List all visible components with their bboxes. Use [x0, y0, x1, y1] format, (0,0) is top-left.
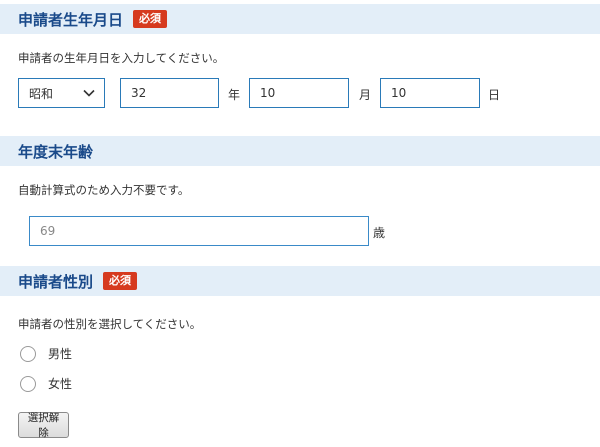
age-input: 69: [29, 216, 369, 246]
required-badge: 必須: [103, 272, 138, 290]
clear-selection-button[interactable]: 選択解除: [18, 412, 69, 439]
day-unit: 日: [488, 88, 501, 102]
gender-option-label: 女性: [48, 377, 73, 391]
day-input-value: 10: [391, 86, 407, 100]
year-unit: 年: [228, 88, 241, 102]
birthdate-title: 申請者生年月日: [18, 10, 124, 29]
era-select[interactable]: 昭和: [18, 78, 105, 108]
birthdate-description: 申請者の生年月日を入力してください。: [18, 51, 225, 65]
age-section-header: 年度末年齢: [0, 136, 600, 166]
birthdate-section-header: 申請者生年月日 必須: [0, 4, 600, 34]
age-unit: 歳: [373, 226, 386, 240]
radio-button-female[interactable]: [20, 375, 36, 392]
required-badge: 必須: [133, 10, 168, 28]
age-title: 年度末年齢: [18, 142, 94, 161]
year-input[interactable]: 32: [120, 78, 219, 108]
gender-option-male[interactable]: 男性: [20, 345, 72, 362]
age-description: 自動計算式のため入力不要です。: [18, 183, 190, 197]
day-input[interactable]: 10: [380, 78, 480, 108]
gender-section-header: 申請者性別 必須: [0, 266, 600, 296]
era-select-value: 昭和: [29, 86, 54, 101]
radio-button-male[interactable]: [20, 345, 36, 362]
year-input-value: 32: [131, 86, 147, 100]
gender-title: 申請者性別: [18, 272, 94, 291]
age-input-value: 69: [40, 224, 56, 238]
month-input[interactable]: 10: [249, 78, 349, 108]
gender-option-female[interactable]: 女性: [20, 375, 72, 392]
gender-option-label: 男性: [48, 347, 73, 361]
chevron-down-icon: [83, 89, 95, 97]
month-input-value: 10: [260, 86, 276, 100]
month-unit: 月: [359, 88, 372, 102]
gender-description: 申請者の性別を選択してください。: [18, 317, 202, 331]
